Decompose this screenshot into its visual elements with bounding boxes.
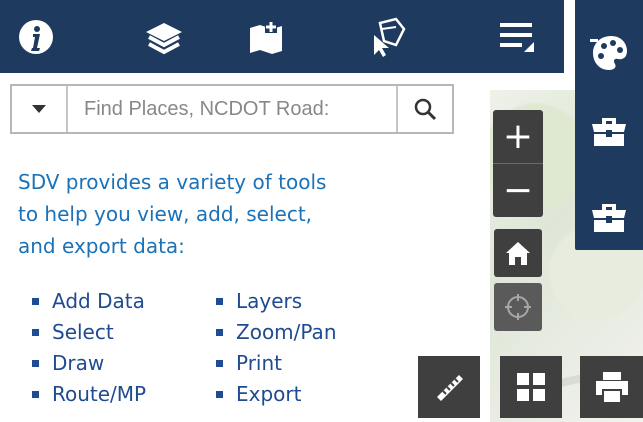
home-button[interactable] [494,229,542,277]
list-item: Select [30,317,146,348]
tool-list-right: Layers Zoom/Pan Print Export [214,286,337,410]
layers-button[interactable] [128,0,200,73]
search-button[interactable] [396,86,452,132]
list-item: Zoom/Pan [214,317,337,348]
add-data-icon [250,20,282,54]
print-button[interactable] [580,356,643,418]
select-icon [374,17,406,57]
list-item: Layers [214,286,337,317]
layers-icon [146,22,182,54]
select-button[interactable] [350,0,422,73]
add-data-button[interactable] [230,0,302,73]
main-toolbar [0,0,564,73]
measure-button[interactable] [418,356,480,418]
search-input[interactable] [68,86,396,132]
tools-description: SDV provides a variety of tools to help … [18,170,327,258]
toolbox-button-2[interactable] [575,186,643,246]
menu-button[interactable] [480,0,552,73]
toolbox-icon [592,118,626,146]
list-item: Export [214,379,337,410]
search-icon [414,98,437,121]
zoom-out-button[interactable]: − [493,164,543,217]
zoom-in-button[interactable]: + [493,110,543,163]
search-bar [10,84,454,134]
basemap-button[interactable] [575,22,643,82]
list-item: Draw [30,348,146,379]
menu-icon [500,22,534,52]
side-panel [575,0,643,250]
toolbox-icon [592,204,626,232]
palette-icon [590,36,627,70]
locate-icon [505,294,531,320]
locate-button[interactable] [494,283,542,331]
tool-list-left: Add Data Select Draw Route/MP [30,286,146,410]
printer-icon [595,372,628,402]
search-source-dropdown[interactable] [12,86,68,132]
list-item: Add Data [30,286,146,317]
grid-button[interactable] [500,356,562,418]
grid-icon [517,373,545,401]
ruler-icon [437,375,463,401]
list-item: Print [214,348,337,379]
list-item: Route/MP [30,379,146,410]
info-icon [19,19,53,54]
zoom-control: + − [493,110,543,217]
toolbox-button-1[interactable] [575,100,643,160]
caret-down-icon [32,105,46,113]
info-button[interactable] [0,0,72,73]
home-icon [506,242,530,265]
